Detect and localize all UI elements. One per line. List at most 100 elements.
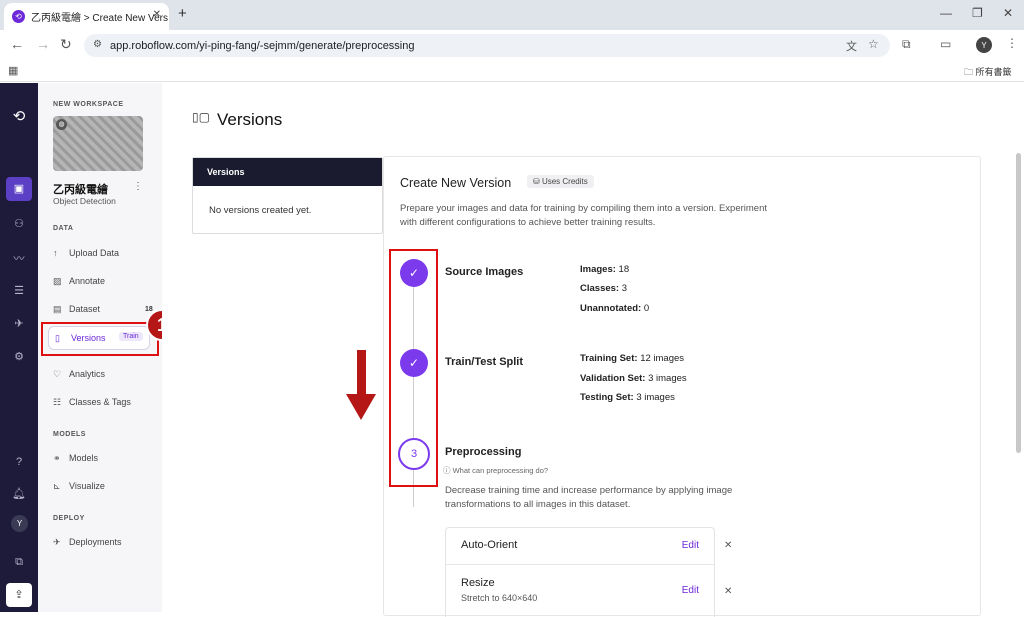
validation-set-count: Validation Set: 3 images bbox=[580, 373, 687, 384]
deploy-icon[interactable]: ✈ bbox=[0, 317, 38, 330]
upload-icon[interactable]: ⇪ bbox=[6, 583, 32, 607]
annotation-box-versions bbox=[41, 322, 159, 356]
kv-value: 12 images bbox=[640, 353, 685, 364]
browser-tab[interactable]: ⟲ 乙丙級電繪 > Create New Vers ✕ bbox=[4, 3, 169, 30]
tab-title: 乙丙級電繪 > Create New Vers bbox=[31, 13, 168, 24]
menu-icon[interactable]: ⋮ bbox=[1006, 36, 1018, 50]
kv-key: Training Set: bbox=[580, 353, 638, 364]
project-type: Object Detection bbox=[53, 196, 116, 206]
kv-value: 18 bbox=[618, 264, 630, 275]
address-row: ← → ↻ ⚙ app.roboflow.com/yi-ping-fang/-s… bbox=[0, 30, 1024, 60]
universe-icon[interactable]: ☰ bbox=[0, 284, 38, 297]
edit-auto-orient-button[interactable]: Edit bbox=[682, 540, 699, 551]
bookmark-star-icon[interactable]: ☆ bbox=[868, 37, 879, 51]
annotation-arrow-down-icon bbox=[346, 394, 376, 420]
create-version-panel: Create New Version ⛁ Uses Credits Prepar… bbox=[383, 156, 981, 617]
sidebar-item-label: Models bbox=[69, 453, 99, 463]
url-text: app.roboflow.com/yi-ping-fang/-sejmm/gen… bbox=[110, 39, 415, 52]
sidebar-item-analytics[interactable]: ♡ Analytics bbox=[53, 363, 158, 385]
analytics-icon: ♡ bbox=[53, 368, 62, 379]
workspace-label: NEW WORKSPACE bbox=[53, 101, 124, 108]
annotation-arrow-shaft bbox=[357, 350, 366, 396]
help-link-label: What can preprocessing do? bbox=[452, 466, 549, 475]
monitoring-icon[interactable]: 〰 bbox=[0, 250, 38, 266]
versions-panel-header: Versions bbox=[193, 158, 382, 186]
uses-credits-badge: ⛁ Uses Credits bbox=[527, 175, 594, 188]
user-avatar[interactable]: Y bbox=[11, 515, 28, 532]
versions-empty-text: No versions created yet. bbox=[209, 205, 312, 216]
folder-icon: 🗀 bbox=[964, 67, 974, 77]
side-panel-icon[interactable]: ▭ bbox=[940, 37, 951, 51]
address-bar[interactable]: ⚙ app.roboflow.com/yi-ping-fang/-sejmm/g… bbox=[84, 34, 890, 57]
classes-icon: ☷ bbox=[53, 396, 62, 407]
sidebar-item-label: Visualize bbox=[69, 481, 105, 491]
preprocessing-item-resize: Resize Stretch to 640×640 Edit bbox=[445, 565, 715, 603]
visualize-icon: ⊾ bbox=[53, 480, 61, 491]
sidebar-item-annotate[interactable]: ▨ Annotate bbox=[53, 270, 158, 292]
close-tab-icon[interactable]: ✕ bbox=[153, 9, 161, 20]
sidebar-item-deployments[interactable]: ✈ Deployments bbox=[53, 531, 158, 553]
site-info-icon[interactable]: ⚙ bbox=[93, 39, 102, 50]
question-icon: ⓘ bbox=[443, 466, 451, 475]
kv-key: Unannotated: bbox=[580, 303, 642, 314]
remove-auto-orient-icon[interactable]: ✕ bbox=[724, 540, 732, 551]
forward-icon[interactable]: → bbox=[36, 36, 50, 52]
deploy-section-label: DEPLOY bbox=[53, 515, 85, 522]
all-bookmarks-label: 所有書籤 bbox=[975, 67, 1012, 77]
preprocessing-help-link[interactable]: ⓘ What can preprocessing do? bbox=[443, 465, 548, 476]
sidebar-item-upload-data[interactable]: ↑ Upload Data bbox=[53, 242, 158, 264]
sidebar-item-label: Annotate bbox=[69, 276, 106, 286]
workflows-icon[interactable]: ⚇ bbox=[0, 217, 38, 230]
rocket-icon: ✈ bbox=[53, 536, 61, 547]
reload-icon[interactable]: ↻ bbox=[60, 36, 72, 53]
project-thumbnail[interactable]: ◍ bbox=[53, 116, 143, 171]
profile-avatar[interactable]: Y bbox=[976, 37, 992, 53]
kv-key: Images: bbox=[580, 264, 616, 275]
sidebar-item-models[interactable]: ⚭ Models bbox=[53, 447, 158, 469]
docs-icon[interactable]: ⧉ bbox=[0, 556, 38, 569]
settings-icon[interactable]: ⚙ bbox=[0, 350, 38, 363]
edit-resize-button[interactable]: Edit bbox=[682, 585, 699, 596]
browser-tab-bar: ⟲ 乙丙級電繪 > Create New Vers ✕ + — ❐ ✕ bbox=[0, 0, 1024, 30]
main-content: ▯▢ Versions Versions No versions created… bbox=[162, 83, 1024, 617]
scrollbar-thumb[interactable] bbox=[1016, 153, 1021, 453]
sidebar-item-classes-tags[interactable]: ☷ Classes & Tags bbox=[53, 391, 158, 413]
step-title-preprocessing[interactable]: Preprocessing bbox=[445, 446, 521, 458]
step-title-source-images: Source Images bbox=[445, 266, 524, 278]
all-bookmarks[interactable]: 🗀 所有書籤 bbox=[964, 65, 1012, 81]
restore-icon[interactable]: ❐ bbox=[972, 6, 983, 20]
preprocessing-item-name: Resize bbox=[461, 577, 495, 589]
preprocessing-item-auto-orient: Auto-Orient Edit bbox=[445, 527, 715, 565]
sidebar-item-label: Upload Data bbox=[69, 248, 120, 258]
new-tab-icon[interactable]: + bbox=[178, 5, 187, 22]
data-section-label: DATA bbox=[53, 225, 74, 232]
translate-icon[interactable]: 文 bbox=[846, 38, 857, 54]
source-unannotated-count: Unannotated: 0 bbox=[580, 303, 649, 314]
sidebar-item-visualize[interactable]: ⊾ Visualize bbox=[53, 475, 158, 497]
kv-value: 0 bbox=[643, 303, 650, 314]
sidebar-item-label: Dataset bbox=[69, 304, 101, 314]
kv-key: Classes: bbox=[580, 283, 620, 294]
help-icon[interactable]: ? bbox=[0, 456, 38, 468]
page-title: Versions bbox=[217, 110, 283, 129]
create-version-description: Prepare your images and data for trainin… bbox=[400, 203, 767, 228]
remove-resize-icon[interactable]: ✕ bbox=[724, 586, 732, 597]
sidebar-item-dataset[interactable]: ▤ Dataset 18 bbox=[53, 298, 158, 320]
dataset-icon: ▤ bbox=[53, 303, 62, 314]
preprocessing-description: Decrease training time and increase perf… bbox=[445, 485, 733, 510]
apps-icon[interactable]: ▦ bbox=[8, 64, 18, 77]
app-rail: ⟲ ▣ ⚇ 〰 ☰ ✈ ⚙ ? 🔔︎ Y ⧉ ⇪ bbox=[0, 83, 38, 612]
minimize-icon[interactable]: — bbox=[940, 6, 952, 20]
roboflow-logo-icon[interactable]: ⟲ bbox=[0, 107, 38, 125]
kv-value: 3 images bbox=[636, 392, 675, 403]
notifications-icon[interactable]: 🔔︎ bbox=[0, 487, 38, 500]
sidebar-item-label: Analytics bbox=[69, 369, 106, 379]
back-icon[interactable]: ← bbox=[10, 36, 24, 52]
source-images-count: Images: 18 bbox=[580, 264, 629, 275]
extensions-icon[interactable]: ⧉ bbox=[902, 37, 911, 52]
close-window-icon[interactable]: ✕ bbox=[1003, 6, 1013, 20]
sidebar-item-label: Deployments bbox=[69, 537, 122, 547]
project-menu-icon[interactable]: ⋮ bbox=[133, 181, 143, 192]
models-icon: ⚭ bbox=[53, 452, 61, 463]
upload-arrow-icon: ↑ bbox=[53, 248, 58, 258]
